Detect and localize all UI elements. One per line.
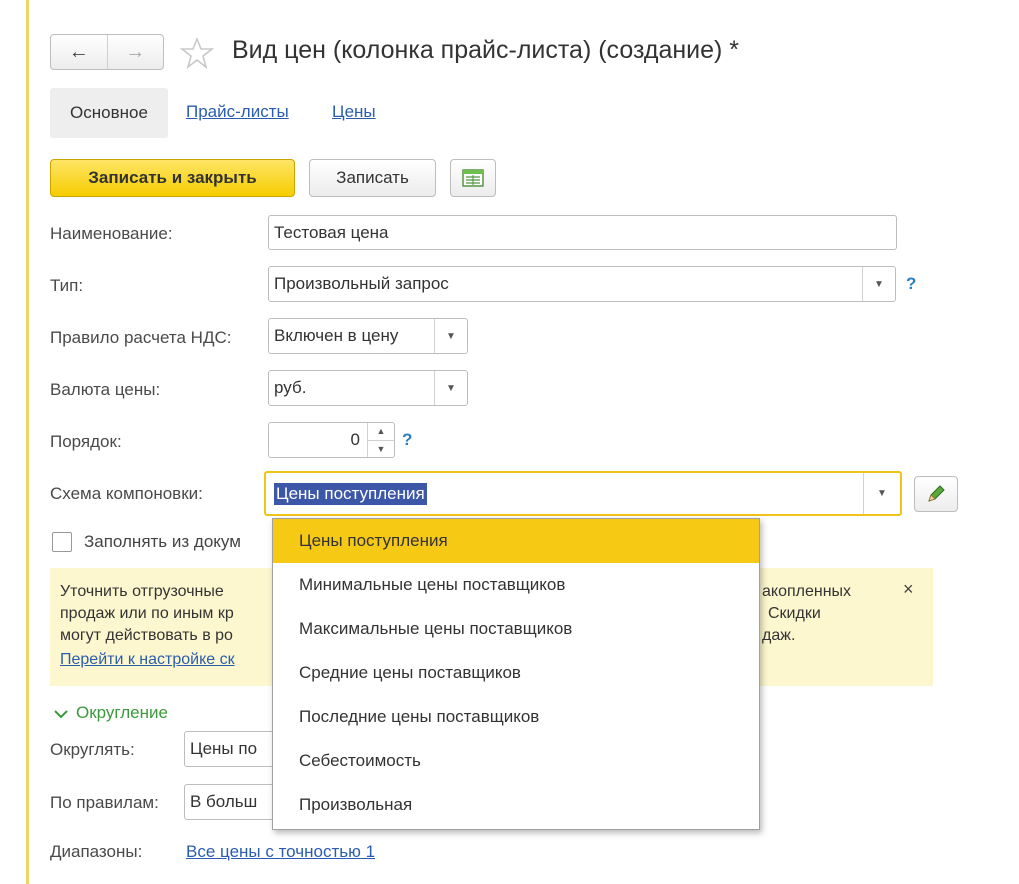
- rounding-group-toggle[interactable]: Округление: [54, 703, 168, 723]
- chevron-down-icon[interactable]: ▼: [434, 371, 467, 405]
- info-line-2-tail: Скидки: [768, 605, 821, 622]
- chevron-down-icon[interactable]: ▼: [862, 267, 895, 301]
- info-settings-link[interactable]: Перейти к настройке ск: [60, 651, 235, 669]
- info-line-2: продаж или по иным кр: [60, 605, 234, 622]
- currency-select[interactable]: руб. ▼: [268, 370, 468, 406]
- rules-value: В больш: [190, 792, 258, 811]
- type-select[interactable]: Произвольный запрос ▼: [268, 266, 896, 302]
- back-arrow-icon: ←: [68, 40, 89, 63]
- type-value: Произвольный запрос: [274, 274, 449, 293]
- dropdown-item[interactable]: Минимальные цены поставщиков: [273, 563, 759, 607]
- decrement-icon[interactable]: ▼: [368, 439, 394, 458]
- fill-from-docs-checkbox[interactable]: [52, 532, 72, 552]
- rounding-group-title: Округление: [76, 703, 168, 722]
- name-field[interactable]: Тестовая цена: [268, 215, 897, 250]
- save-button[interactable]: Записать: [309, 159, 436, 197]
- dropdown-item[interactable]: Последние цены поставщиков: [273, 695, 759, 739]
- order-stepper[interactable]: 0 ▲ ▼: [268, 422, 395, 458]
- dropdown-item[interactable]: Максимальные цены поставщиков: [273, 607, 759, 651]
- vat-label: Правило расчета НДС:: [50, 328, 232, 347]
- round-label: Округлять:: [50, 740, 135, 759]
- tab-main[interactable]: Основное: [50, 88, 168, 138]
- info-line-3: могут действовать в ро: [60, 627, 233, 644]
- rules-label: По правилам:: [50, 793, 159, 812]
- info-line-1: Уточнить отгрузочные: [60, 583, 224, 600]
- schema-label: Схема компоновки:: [50, 484, 203, 503]
- dropdown-item[interactable]: Цены поступления: [273, 519, 759, 563]
- dropdown-item[interactable]: Себестоимость: [273, 739, 759, 783]
- type-help-icon[interactable]: ?: [906, 274, 916, 294]
- tab-price-lists[interactable]: Прайс-листы: [186, 102, 289, 122]
- chevron-down-icon[interactable]: ▼: [434, 319, 467, 353]
- tab-prices[interactable]: Цены: [332, 102, 376, 122]
- save-and-close-button[interactable]: Записать и закрыть: [50, 159, 295, 197]
- info-line-1-tail: акопленных: [762, 583, 852, 600]
- ranges-label: Диапазоны:: [50, 842, 143, 861]
- dropdown-item[interactable]: Средние цены поставщиков: [273, 651, 759, 695]
- report-button[interactable]: [450, 159, 496, 197]
- back-button[interactable]: ←: [51, 35, 107, 69]
- forward-arrow-icon: →: [125, 40, 146, 63]
- type-label: Тип:: [50, 276, 84, 295]
- name-label: Наименование:: [50, 224, 173, 243]
- chevron-down-icon: [54, 709, 68, 718]
- order-help-icon[interactable]: ?: [402, 430, 412, 450]
- info-line-3-tail: даж.: [762, 627, 796, 644]
- fill-from-docs-label: Заполнять из докум: [84, 532, 241, 551]
- spreadsheet-icon: [462, 169, 484, 187]
- pencil-icon: [928, 485, 945, 502]
- schema-dropdown-list: Цены поступления Минимальные цены постав…: [272, 518, 760, 830]
- increment-icon[interactable]: ▲: [368, 423, 394, 440]
- name-value: Тестовая цена: [274, 222, 389, 242]
- ranges-link[interactable]: Все цены с точностью 1: [186, 842, 375, 862]
- navigation-buttons: ← →: [50, 34, 164, 70]
- left-accent-bar: [26, 0, 29, 884]
- round-value: Цены по: [190, 739, 258, 758]
- order-label: Порядок:: [50, 432, 122, 451]
- dropdown-item[interactable]: Произвольная: [273, 783, 759, 827]
- page-title: Вид цен (колонка прайс-листа) (создание)…: [232, 36, 740, 64]
- order-value: 0: [350, 430, 360, 449]
- schema-value[interactable]: Цены поступления: [274, 483, 427, 505]
- close-icon[interactable]: ×: [903, 579, 914, 600]
- currency-value: руб.: [274, 378, 307, 397]
- favorite-star-icon[interactable]: [179, 36, 215, 70]
- schema-select[interactable]: Цены поступления ▼: [264, 471, 902, 516]
- vat-select[interactable]: Включен в цену ▼: [268, 318, 468, 354]
- forward-button[interactable]: →: [106, 35, 164, 69]
- edit-schema-button[interactable]: [914, 476, 958, 512]
- currency-label: Валюта цены:: [50, 380, 161, 399]
- chevron-down-icon[interactable]: ▼: [863, 473, 900, 514]
- vat-value: Включен в цену: [274, 326, 399, 345]
